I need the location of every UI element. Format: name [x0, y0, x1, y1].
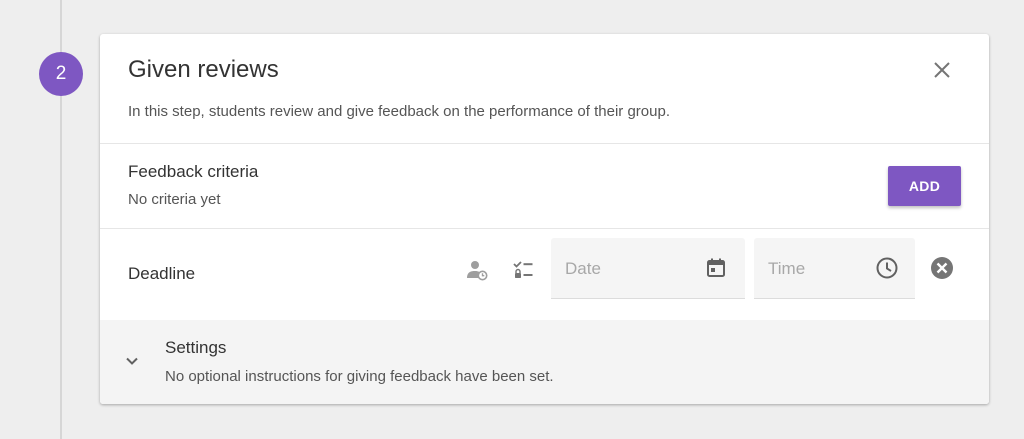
clear-deadline-button[interactable]: [929, 255, 955, 281]
criteria-empty-text: No criteria yet: [128, 191, 221, 208]
user-clock-icon: [467, 261, 488, 281]
close-button[interactable]: [928, 56, 956, 84]
step-title: Given reviews: [128, 56, 279, 83]
step-number-badge: 2: [39, 52, 83, 96]
step-description: In this step, students review and give f…: [128, 103, 670, 120]
time-placeholder: Time: [768, 259, 806, 278]
feedback-criteria-section: Feedback criteria No criteria yet ADD: [100, 144, 989, 229]
settings-description: No optional instructions for giving feed…: [165, 368, 554, 385]
clear-icon: [931, 257, 953, 279]
page: 2 Given reviews In this step, students r…: [0, 0, 1024, 439]
checklist-button[interactable]: [510, 257, 536, 283]
step-header: Given reviews In this step, students rev…: [100, 34, 989, 144]
step-card: Given reviews In this step, students rev…: [100, 34, 989, 404]
settings-expander[interactable]: Settings No optional instructions for gi…: [100, 320, 989, 404]
deadline-label: Deadline: [128, 264, 196, 283]
close-icon: [934, 62, 950, 78]
checklist-icon: [513, 261, 533, 278]
date-placeholder: Date: [565, 259, 601, 278]
criteria-title: Feedback criteria: [128, 162, 259, 181]
clock-button[interactable]: [874, 255, 900, 281]
chevron-down-icon: [120, 349, 144, 373]
user-deadline-button[interactable]: [464, 257, 490, 283]
calendar-button[interactable]: [703, 255, 729, 281]
time-field[interactable]: Time: [754, 238, 915, 299]
calendar-icon: [707, 258, 725, 277]
deadline-row: Deadline Date Time: [100, 229, 989, 320]
clock-icon: [876, 257, 898, 279]
settings-title: Settings: [165, 338, 227, 357]
add-criteria-button[interactable]: ADD: [888, 166, 961, 206]
date-field[interactable]: Date: [551, 238, 745, 299]
